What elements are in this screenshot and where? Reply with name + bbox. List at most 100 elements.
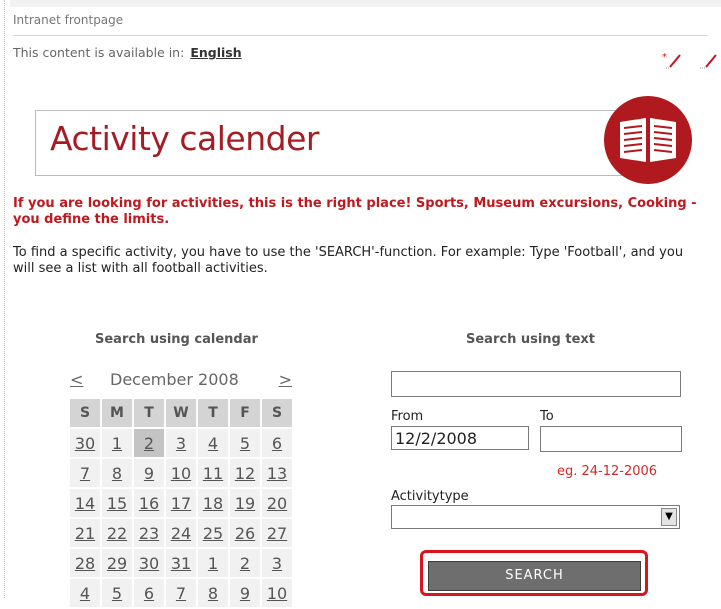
edit-pencil-icon[interactable]: [698, 52, 720, 70]
to-date-input[interactable]: [540, 426, 682, 452]
calendar-day[interactable]: 30: [70, 429, 100, 457]
text-search-heading: Search using text: [466, 332, 596, 347]
calendar-grid: SMTWTFS 30 1 2 3 4 5 6 7 8 9 10 11 12 13 14 15 16 17 18 19 2…: [68, 397, 294, 609]
intro-highlight: If you are looking for activities, this …: [13, 196, 697, 227]
new-edit-pencil-icon[interactable]: *: [662, 52, 684, 70]
intro-text: To find a specific activity, you have to…: [13, 245, 684, 276]
calendar-day-label: 22: [106, 523, 128, 543]
calendar-day[interactable]: 5: [102, 579, 132, 607]
divider: [13, 35, 708, 36]
calendar-day[interactable]: 8: [198, 579, 228, 607]
calendar-day[interactable]: 6: [262, 429, 292, 457]
calendar-day[interactable]: 16: [134, 489, 164, 517]
top-bar: [10, 0, 721, 7]
calendar-day-label: 4: [207, 433, 219, 453]
calendar-day[interactable]: 19: [230, 489, 260, 517]
calendar-day-label: 29: [106, 553, 128, 573]
calendar-day-label: 17: [170, 493, 192, 513]
calendar-day-label: 30: [74, 433, 96, 453]
calendar-day[interactable]: 3: [166, 429, 196, 457]
calendar-day[interactable]: 11: [198, 459, 228, 487]
calendar-day[interactable]: 30: [134, 549, 164, 577]
calendar-day[interactable]: 14: [70, 489, 100, 517]
calendar-day-label: 9: [143, 463, 155, 483]
calendar-day[interactable]: 31: [166, 549, 196, 577]
calendar-day[interactable]: 1: [198, 549, 228, 577]
calendar-day[interactable]: 29: [102, 549, 132, 577]
language-availability: This content is available in: English: [13, 45, 242, 60]
calendar-day[interactable]: 13: [262, 459, 292, 487]
calendar-day[interactable]: 22: [102, 519, 132, 547]
calendar-day[interactable]: 17: [166, 489, 196, 517]
prev-month-button[interactable]: <: [70, 370, 83, 389]
calendar-day[interactable]: 9: [230, 579, 260, 607]
calendar-day-label: 14: [74, 493, 96, 513]
calendar-day[interactable]: 10: [166, 459, 196, 487]
calendar-day[interactable]: 1: [102, 429, 132, 457]
search-button[interactable]: SEARCH: [428, 561, 641, 591]
calendar-day[interactable]: 8: [102, 459, 132, 487]
calendar-day-label: 10: [266, 583, 288, 603]
calendar-day[interactable]: 6: [134, 579, 164, 607]
weekday-header: F: [230, 399, 260, 427]
search-text-input[interactable]: [391, 371, 681, 397]
calendar-day[interactable]: 27: [262, 519, 292, 547]
calendar-day[interactable]: 18: [198, 489, 228, 517]
calendar-day[interactable]: 4: [198, 429, 228, 457]
calendar-day[interactable]: 24: [166, 519, 196, 547]
calendar-day-label: 31: [170, 553, 192, 573]
calendar-day-label: 5: [239, 433, 251, 453]
calendar-day[interactable]: 7: [70, 459, 100, 487]
calendar-week-row: 30 1 2 3 4 5 6: [70, 429, 292, 457]
chevron-down-icon[interactable]: ▼: [661, 508, 677, 526]
from-label: From: [391, 409, 424, 424]
calendar-week-row: 4 5 6 7 8 9 10: [70, 579, 292, 607]
calendar-day[interactable]: 2: [230, 549, 260, 577]
calendar-day[interactable]: 9: [134, 459, 164, 487]
language-link-english[interactable]: English: [190, 45, 241, 60]
calendar-day-label: 26: [234, 523, 256, 543]
activitytype-select[interactable]: ▼: [391, 505, 680, 529]
edit-tools: *: [662, 52, 721, 70]
calendar-month-label: December 2008: [110, 370, 239, 389]
calendar-day[interactable]: 10: [262, 579, 292, 607]
calendar-day-label: 16: [138, 493, 160, 513]
calendar-day[interactable]: 5: [230, 429, 260, 457]
calendar-day-label: 12: [234, 463, 256, 483]
calendar-day[interactable]: 28: [70, 549, 100, 577]
calendar-day[interactable]: 12: [230, 459, 260, 487]
calendar-day[interactable]: 21: [70, 519, 100, 547]
calendar-day-label: 27: [266, 523, 288, 543]
calendar-day-label: 8: [111, 463, 123, 483]
page-title: Activity calender: [50, 119, 319, 158]
calendar-nav: < December 2008 >: [68, 370, 294, 390]
from-date-input[interactable]: 12/2/2008: [391, 426, 529, 450]
calendar-day[interactable]: 20: [262, 489, 292, 517]
book-icon: [604, 96, 692, 184]
calendar-heading: Search using calendar: [95, 332, 258, 347]
calendar-day-label: 21: [74, 523, 96, 543]
calendar-day-label: 2: [239, 553, 251, 573]
breadcrumb[interactable]: Intranet frontpage: [13, 13, 123, 27]
calendar-day-label: 18: [202, 493, 224, 513]
calendar-week-row: 14 15 16 17 18 19 20: [70, 489, 292, 517]
to-label: To: [540, 409, 554, 424]
calendar-day-label: 23: [138, 523, 160, 543]
next-month-button[interactable]: >: [279, 370, 292, 389]
weekday-header: T: [134, 399, 164, 427]
calendar-day-label: 25: [202, 523, 224, 543]
calendar-day[interactable]: 23: [134, 519, 164, 547]
calendar-day-label: 6: [143, 583, 155, 603]
page-banner: Activity calender: [35, 110, 662, 176]
calendar-day[interactable]: 26: [230, 519, 260, 547]
calendar-day[interactable]: 2: [134, 429, 164, 457]
calendar-day[interactable]: 15: [102, 489, 132, 517]
calendar-day[interactable]: 4: [70, 579, 100, 607]
calendar-day-label: 1: [207, 553, 219, 573]
calendar-day[interactable]: 7: [166, 579, 196, 607]
calendar-day-label: 3: [175, 433, 187, 453]
calendar-day[interactable]: 25: [198, 519, 228, 547]
calendar-day[interactable]: 3: [262, 549, 292, 577]
calendar-day-label: 9: [239, 583, 251, 603]
calendar-day-label: 30: [138, 553, 160, 573]
